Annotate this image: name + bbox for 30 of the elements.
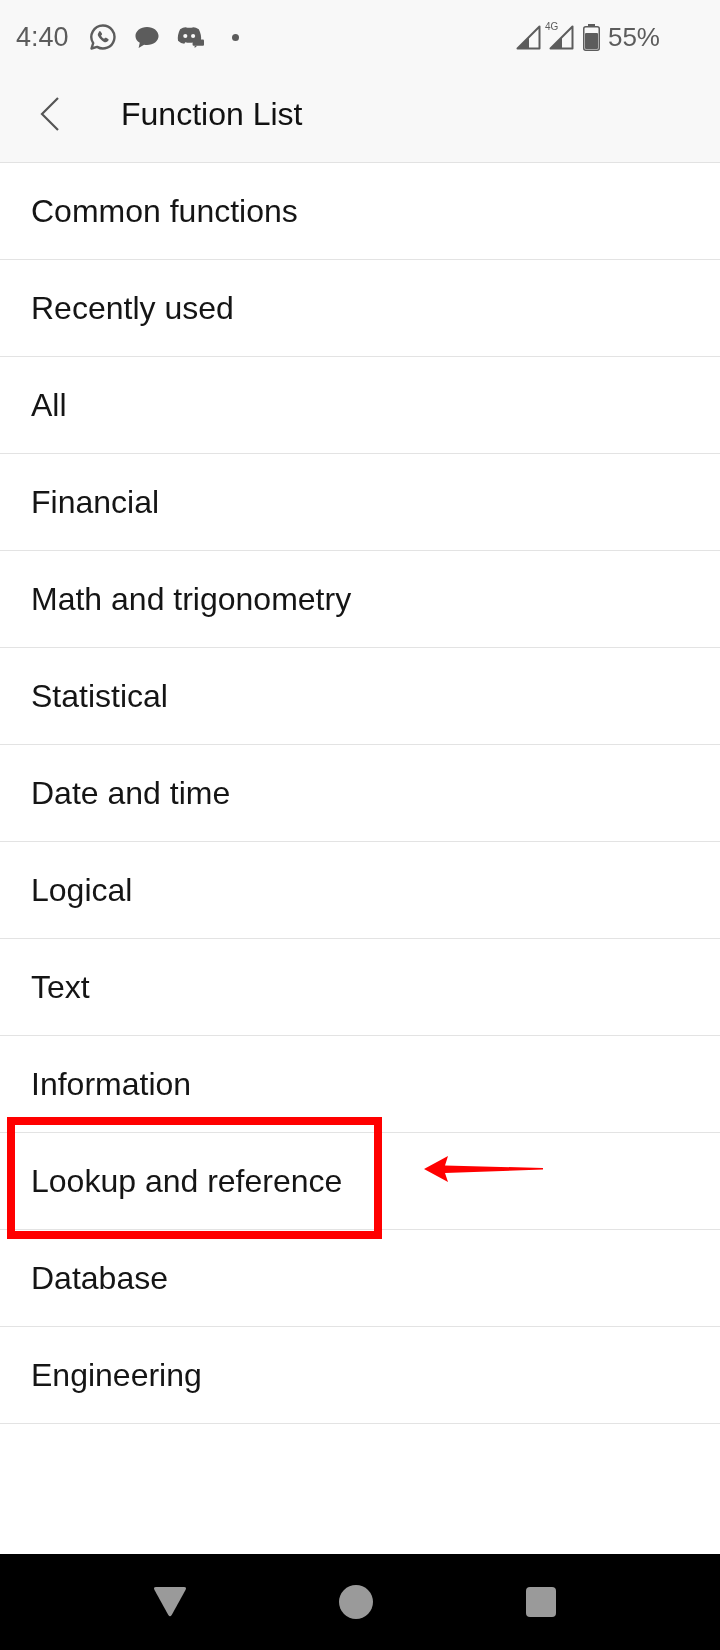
controller-chat-icon bbox=[176, 26, 204, 48]
function-category-item[interactable]: Database bbox=[0, 1230, 720, 1327]
back-nav-button[interactable] bbox=[152, 1587, 187, 1617]
chevron-left-icon bbox=[40, 96, 60, 132]
function-category-item[interactable]: Math and trigonometry bbox=[0, 551, 720, 648]
dot-icon bbox=[231, 33, 239, 41]
function-category-item[interactable]: Recently used bbox=[0, 260, 720, 357]
function-category-item[interactable]: Statistical bbox=[0, 648, 720, 745]
recents-nav-button[interactable] bbox=[525, 1587, 556, 1617]
phone-bubble-icon bbox=[88, 23, 117, 51]
page-title: Function List bbox=[121, 94, 303, 134]
function-category-item[interactable]: Information bbox=[0, 1036, 720, 1133]
circle-icon bbox=[339, 1585, 373, 1619]
signal-icon bbox=[515, 24, 541, 50]
battery-percent: 55% bbox=[607, 24, 660, 50]
chat-bubble-icon bbox=[134, 26, 159, 48]
function-category-item[interactable]: Engineering bbox=[0, 1327, 720, 1424]
function-category-item[interactable]: Financial bbox=[0, 454, 720, 551]
function-category-item[interactable]: All bbox=[0, 357, 720, 454]
function-category-item[interactable]: Common functions bbox=[0, 163, 720, 260]
triangle-icon bbox=[152, 1587, 187, 1617]
status-time: 4:40 bbox=[16, 23, 69, 51]
function-category-item[interactable]: Logical bbox=[0, 842, 720, 939]
function-category-item[interactable]: Date and time bbox=[0, 745, 720, 842]
square-icon bbox=[525, 1587, 556, 1617]
battery-icon bbox=[582, 23, 600, 51]
home-nav-button[interactable] bbox=[339, 1585, 373, 1619]
back-button[interactable] bbox=[40, 96, 60, 132]
network-type-label: 4G bbox=[544, 21, 559, 32]
function-category-item[interactable]: Text bbox=[0, 939, 720, 1036]
